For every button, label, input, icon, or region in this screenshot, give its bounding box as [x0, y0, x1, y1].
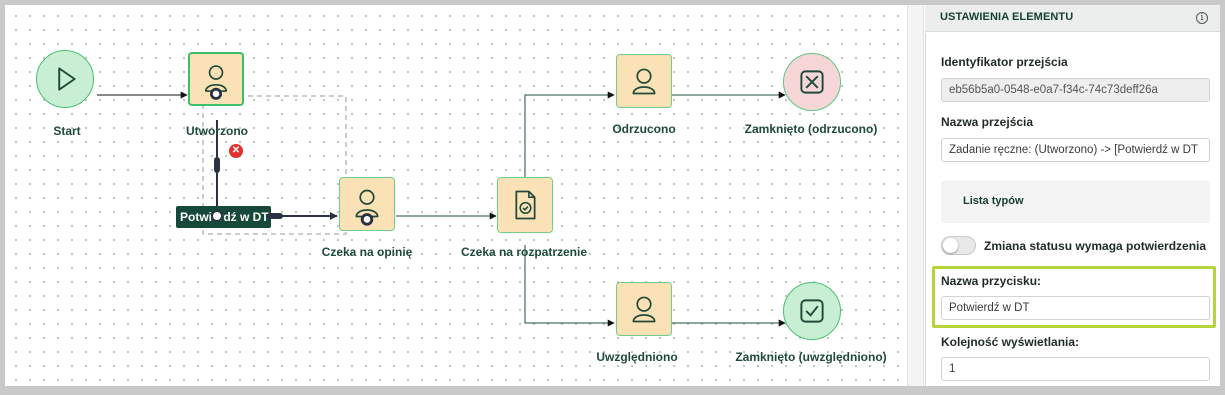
- start-event[interactable]: [36, 50, 94, 108]
- panel-title: USTAWIENIA ELEMENTU: [940, 11, 1074, 23]
- task-rejected-label: Odrzucono: [612, 122, 676, 136]
- workflow-canvas[interactable]: Start Utworzono Odrzucono Zamknięto (odr…: [5, 5, 907, 386]
- task-opinion-label: Czeka na opinię: [321, 245, 413, 259]
- edge-bend-handle[interactable]: [211, 210, 223, 222]
- transition-name-label: Nazwa przejścia: [941, 115, 1034, 129]
- play-icon: [58, 67, 76, 91]
- transition-id-field[interactable]: eb56b5a0-0548-e0a7-f34c-74c73deff26a: [941, 78, 1210, 102]
- document-check-icon: [515, 190, 536, 220]
- task-review-label: Czeka na rozpatrzenie: [460, 245, 588, 259]
- user-icon: [355, 189, 379, 226]
- task-accepted[interactable]: [616, 282, 672, 336]
- user-icon: [204, 65, 228, 100]
- check-box-icon: [800, 299, 824, 323]
- task-accepted-label: Uwzględniono: [596, 350, 678, 364]
- confirm-toggle[interactable]: [941, 236, 976, 255]
- end-event-rejected[interactable]: [783, 53, 841, 111]
- transition-id-label: Identyfikator przejścia: [941, 55, 1068, 69]
- confirm-toggle-label: Zmiana statusu wymaga potwierdzenia: [984, 239, 1207, 253]
- end-rejected-label: Zamknięto (odrzucono): [744, 122, 878, 136]
- edge-segment-handle[interactable]: [267, 213, 283, 219]
- info-icon[interactable]: i: [1196, 12, 1208, 24]
- display-order-field[interactable]: 1: [941, 357, 1210, 381]
- panel-splitter[interactable]: [907, 5, 924, 386]
- end-event-accepted[interactable]: [783, 282, 841, 340]
- transition-name-field[interactable]: Zadanie ręczne: (Utworzono) -> [Potwierd…: [941, 138, 1210, 162]
- toggle-knob: [943, 238, 958, 253]
- element-settings-panel: USTAWIENIA ELEMENTU i Identyfikator prze…: [925, 5, 1220, 386]
- app-frame: Start Utworzono Odrzucono Zamknięto (odr…: [5, 5, 1220, 386]
- task-awaiting-opinion[interactable]: [339, 177, 395, 231]
- user-icon: [632, 296, 656, 323]
- panel-body: Identyfikator przejścia eb56b5a0-0548-e0…: [925, 33, 1220, 386]
- error-x-icon[interactable]: ✕: [229, 144, 243, 158]
- panel-header: USTAWIENIA ELEMENTU i: [925, 5, 1220, 32]
- button-name-field[interactable]: Potwierdź w DT: [941, 296, 1210, 320]
- types-list-section[interactable]: Lista typów: [941, 181, 1210, 223]
- display-order-label: Kolejność wyświetlania:: [941, 335, 1080, 349]
- task-rejected[interactable]: [616, 54, 672, 108]
- types-list-label: Lista typów: [963, 195, 1024, 207]
- user-icon: [632, 68, 656, 95]
- edge-segment-handle[interactable]: [214, 157, 220, 173]
- connections-layer: [97, 91, 786, 327]
- button-name-label: Nazwa przycisku:: [941, 274, 1042, 288]
- edge-label-editor[interactable]: Potwierdź w DT: [176, 206, 271, 228]
- task-created[interactable]: [188, 52, 244, 106]
- edge-review-rejected[interactable]: [524, 91, 615, 188]
- end-accepted-label: Zamknięto (uwzględniono): [735, 350, 887, 364]
- task-awaiting-review[interactable]: [497, 177, 553, 233]
- start-label: Start: [53, 124, 81, 138]
- task-created-label: Utworzono: [186, 124, 248, 138]
- x-box-icon: [800, 70, 824, 94]
